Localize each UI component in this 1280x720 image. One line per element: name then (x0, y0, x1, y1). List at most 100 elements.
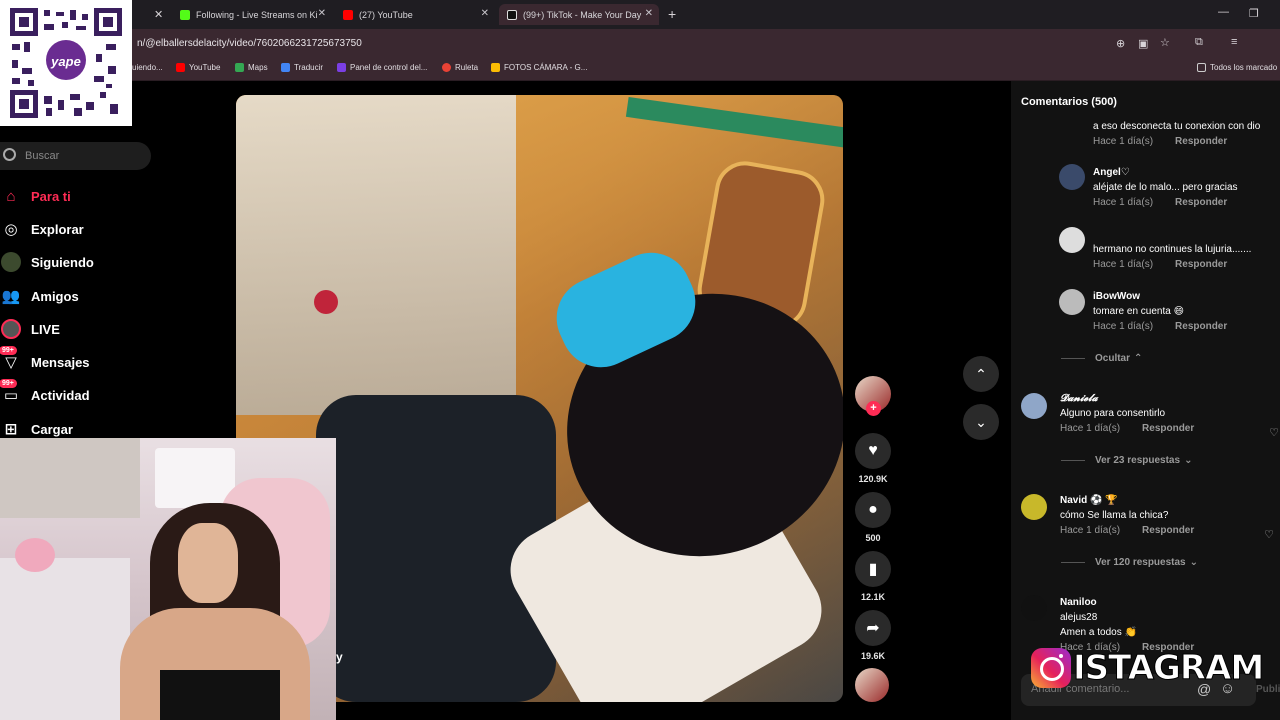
comment-item: Navid ⚽ 🏆 cómo Se llama la chica? Hace 1… (1060, 495, 1270, 536)
tab-kick[interactable]: Following - Live Streams on Ki ✕ (172, 4, 332, 25)
sidebar-item-mensajes[interactable]: ▽ 99+ Mensajes (0, 346, 230, 374)
avatar[interactable] (1021, 393, 1047, 419)
heart-icon[interactable]: ♡ (1269, 426, 1279, 439)
comment-author[interactable]: Naniloo (1060, 597, 1270, 608)
comment-author[interactable]: iBowWow (1093, 291, 1273, 302)
sidebar-item-explorar[interactable]: ◎ Explorar (0, 217, 230, 241)
comment-time: Hace 1 día(s) (1093, 321, 1154, 332)
previous-video-button[interactable]: ⌃ (963, 356, 999, 392)
live-icon (1, 319, 21, 339)
follow-plus-icon[interactable]: + (866, 401, 881, 416)
compass-icon: ◎ (4, 221, 18, 238)
video-caption: y (336, 650, 343, 664)
all-bookmarks[interactable]: Todos los marcado (1197, 63, 1277, 72)
reply-button[interactable]: Responder (1142, 525, 1194, 536)
avatar[interactable] (1059, 227, 1085, 253)
activity-icon: ▭ 99+ (0, 379, 21, 405)
music-disc[interactable] (855, 668, 891, 702)
bookmark-ruleta[interactable]: Ruleta (442, 63, 478, 72)
comment-item: a eso desconecta tu conexion con dio Hac… (1093, 121, 1268, 147)
home-icon: ⌂ (6, 187, 16, 205)
sidebar-item-actividad[interactable]: ▭ 99+ Actividad (0, 379, 230, 407)
comment-text: alejus28 (1060, 612, 1098, 623)
close-icon[interactable]: ✕ (154, 8, 163, 21)
message-badge: 99+ (0, 346, 17, 355)
chevron-down-icon: ⌄ (1184, 455, 1193, 466)
creator-avatar[interactable]: + (855, 376, 891, 416)
bookmark-item[interactable]: uiendo... (132, 63, 163, 72)
tab-label: Following - Live Streams on Ki (196, 9, 318, 20)
star-icon[interactable]: ☆ (1160, 36, 1170, 49)
reply-button[interactable]: Responder (1142, 423, 1194, 434)
avatar[interactable] (1021, 595, 1047, 621)
upload-icon: ⊞ (4, 421, 18, 438)
tab-youtube[interactable]: (27) YouTube ✕ (335, 4, 495, 25)
heart-icon[interactable]: ♡ (1264, 528, 1274, 541)
comment-text: tomare en cuenta 😄 (1093, 306, 1185, 317)
bookmark-youtube[interactable]: YouTube (176, 63, 220, 72)
bookmark-panel[interactable]: Panel de control del... (337, 63, 427, 72)
media-icon[interactable]: ≡ (1231, 36, 1237, 48)
bookmark-fotos[interactable]: FOTOS CÁMARA - G... (491, 63, 587, 72)
avatar[interactable] (1059, 164, 1085, 190)
comment-text: hermano no continues la lujuria....... (1093, 244, 1252, 255)
reply-button[interactable]: Responder (1175, 136, 1227, 147)
extensions-icon[interactable]: ⧉ (1195, 36, 1203, 49)
reply-button[interactable]: Responder (1175, 197, 1227, 208)
minimize-icon[interactable]: — (1218, 6, 1229, 18)
close-icon[interactable]: ✕ (481, 8, 489, 19)
streamer-face (178, 523, 238, 603)
comment-item: iBowWow tomare en cuenta 😄 Hace 1 día(s)… (1093, 291, 1273, 332)
share-icon: ➦ (855, 610, 891, 646)
following-icon (1, 252, 21, 272)
close-icon[interactable]: ✕ (645, 8, 653, 19)
maps-icon (235, 63, 244, 72)
comment-count: 500 (865, 533, 881, 543)
url-field[interactable]: n/@elballersdelacity/video/7602066231725… (137, 38, 362, 49)
instagram-overlay: ISTAGRAM (1031, 645, 1265, 691)
comment-author[interactable]: 𝓓𝓪𝓷𝓲𝓮𝓵𝓪 (1060, 393, 1270, 404)
like-button[interactable]: ♥ 120.9K (855, 433, 891, 484)
sidebar-item-live[interactable]: LIVE (0, 317, 230, 341)
search-placeholder: Buscar (25, 150, 60, 162)
comment-author[interactable]: Angel♡ (1093, 167, 1273, 178)
next-video-button[interactable]: ⌄ (963, 404, 999, 440)
ruleta-icon (442, 63, 451, 72)
restore-icon[interactable]: ❐ (1249, 7, 1259, 20)
friends-icon: 👥 (1, 288, 21, 305)
cast-icon[interactable]: ▣ (1138, 37, 1148, 50)
comment-time: Hace 1 día(s) (1060, 423, 1121, 434)
avatar[interactable] (1059, 289, 1085, 315)
comment-time: Hace 1 día(s) (1093, 136, 1154, 147)
bookmark-maps[interactable]: Maps (235, 63, 268, 72)
search-input[interactable]: Buscar (0, 142, 151, 170)
chevron-down-icon: ⌄ (975, 413, 987, 430)
hide-replies-button[interactable]: Ocultar ⌃ (1061, 353, 1142, 364)
avatar[interactable] (1021, 494, 1047, 520)
view-replies-button[interactable]: Ver 120 respuestas ⌄ (1061, 557, 1198, 568)
comment-time: Hace 1 día(s) (1060, 525, 1121, 536)
comment-time: Hace 1 día(s) (1093, 197, 1154, 208)
comment-item: 𝓓𝓪𝓷𝓲𝓮𝓵𝓪 Alguno para consentirlo Hace 1 d… (1060, 393, 1270, 434)
reply-button[interactable]: Responder (1175, 321, 1227, 332)
share-button[interactable]: ➦ 19.6K (855, 610, 891, 661)
save-button[interactable]: ▮ 12.1K (855, 551, 891, 602)
zoom-icon[interactable]: ⊕ (1116, 37, 1125, 50)
comment-text: Alguno para consentirlo (1060, 408, 1166, 419)
comment-time: Hace 1 día(s) (1093, 259, 1154, 270)
sidebar-item-siguiendo[interactable]: Siguiendo (0, 250, 230, 274)
youtube-icon (176, 63, 185, 72)
browser-tab-bar: ✕ Following - Live Streams on Ki ✕ (27) … (0, 0, 1280, 29)
bookmark-translate[interactable]: Traducir (281, 63, 323, 72)
view-replies-button[interactable]: Ver 23 respuestas ⌄ (1061, 455, 1192, 466)
comment-author[interactable]: Navid ⚽ 🏆 (1060, 495, 1270, 506)
comment-text-line-2: Amen a todos 👏 (1060, 627, 1137, 638)
reply-button[interactable]: Responder (1175, 259, 1227, 270)
sidebar-item-amigos[interactable]: 👥 Amigos (0, 284, 230, 308)
new-tab-icon[interactable]: + (668, 6, 676, 22)
sidebar-item-para-ti[interactable]: ⌂ Para ti (0, 184, 230, 208)
message-icon: ▽ 99+ (0, 346, 21, 372)
close-icon[interactable]: ✕ (318, 8, 326, 19)
comment-button[interactable]: ● 500 (855, 492, 891, 543)
tab-tiktok[interactable]: (99+) TikTok - Make Your Day ✕ (499, 4, 659, 25)
